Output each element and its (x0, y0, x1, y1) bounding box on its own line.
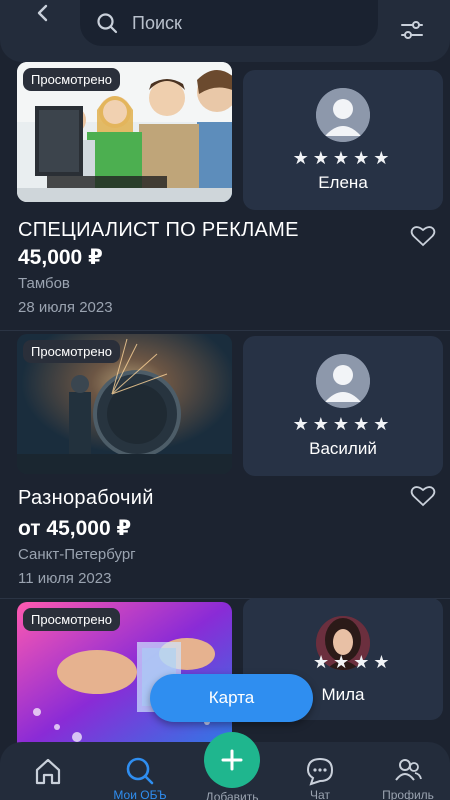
rating-stars: ★★★★ (313, 652, 394, 672)
back-button[interactable] (30, 0, 56, 26)
search-placeholder: Поиск (132, 12, 182, 33)
listing-price: 45,000 ₽ (18, 246, 103, 269)
add-button[interactable] (204, 732, 260, 788)
filter-button[interactable] (396, 14, 428, 46)
nav-search[interactable]: Мои ОБЪ (100, 742, 180, 800)
listing-photo[interactable]: Просмотрено (17, 334, 232, 474)
listing-date: 11 июля 2023 (18, 570, 112, 587)
nav-add-label: Добавить (205, 790, 259, 800)
listing-title[interactable]: Разнорабочий (18, 487, 154, 510)
nav-chat-label: Чат (310, 788, 330, 800)
nav-profile-label: Профиль (382, 788, 434, 800)
nav-home[interactable] (8, 742, 88, 800)
chat-icon (306, 757, 334, 786)
search-icon (97, 13, 118, 34)
profile-icon (395, 759, 422, 781)
seller-card[interactable]: ★★★★★ Василий (243, 336, 443, 476)
listing-photo[interactable]: Просмотрено (17, 62, 232, 202)
listing-city: Тамбов (18, 275, 70, 292)
divider (0, 330, 450, 331)
seller-name: Василий (309, 439, 377, 458)
map-button[interactable]: Карта (150, 674, 313, 722)
filter-icon (401, 21, 423, 39)
default-user-icon (316, 354, 370, 408)
favorite-heart-icon[interactable] (410, 224, 436, 248)
seller-name: Елена (318, 173, 368, 192)
nav-chat[interactable]: Чат (280, 742, 360, 800)
default-user-icon (316, 88, 370, 142)
rating-stars: ★★★★★ (292, 148, 394, 168)
favorite-heart-icon[interactable] (410, 484, 436, 508)
seller-name: Мила (321, 685, 365, 704)
nav-profile[interactable]: Профиль (368, 742, 448, 800)
back-icon (37, 4, 48, 22)
top-bar: Поиск (0, 0, 450, 62)
rating-stars: ★★★★★ (292, 414, 394, 434)
viewed-badge: Просмотрено (23, 340, 121, 363)
listing-title[interactable]: СПЕЦИАЛИСТ ПО РЕКЛАМЕ (18, 219, 299, 242)
listing-date: 28 июля 2023 (18, 299, 113, 316)
plus-icon (221, 749, 243, 771)
search-input[interactable]: Поиск (80, 0, 378, 46)
listing-price: от 45,000 ₽ (18, 517, 132, 540)
viewed-badge: Просмотрено (23, 608, 121, 631)
nav-search-label: Мои ОБЪ (113, 788, 167, 800)
listing-city: Санкт-Петербург (18, 546, 136, 563)
viewed-badge: Просмотрено (23, 68, 121, 91)
home-icon (35, 758, 61, 785)
search-icon (126, 757, 154, 785)
seller-card[interactable]: ★★★★★ Елена (243, 70, 443, 210)
